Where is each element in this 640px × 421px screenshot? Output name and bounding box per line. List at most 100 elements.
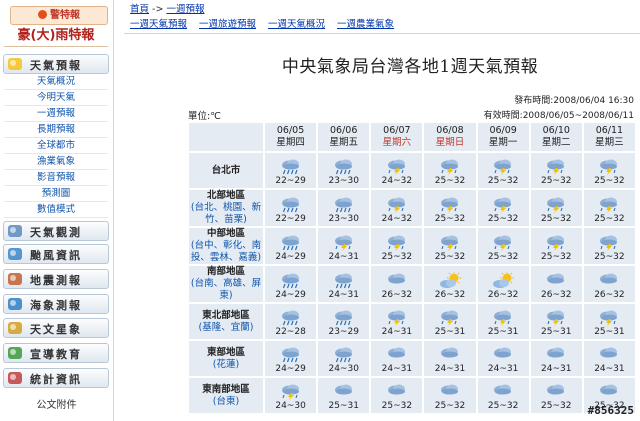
forecast-cell[interactable]: 24~31 (424, 341, 476, 376)
breadcrumb-current[interactable]: 一週預報 (166, 4, 204, 15)
forecast-cell[interactable]: 23~30 (318, 153, 370, 188)
forecast-cell[interactable]: 25~32 (477, 153, 529, 188)
temperature-range: 25~31 (434, 327, 466, 337)
forecast-cell[interactable]: 24~29 (265, 341, 317, 376)
alert-badge[interactable]: 警特報 (10, 6, 108, 25)
region-cell[interactable]: 台北市 (189, 153, 263, 188)
forecast-cell[interactable]: 24~31 (371, 341, 423, 376)
forecast-cell[interactable]: 25~32 (477, 190, 529, 226)
sidebar-section-4[interactable]: 海象測報 (3, 294, 109, 314)
attachment-link[interactable]: 公文附件 (0, 396, 113, 411)
thunder-icon (547, 197, 565, 213)
forecast-cell[interactable]: 22~29 (265, 190, 317, 226)
forecast-cell[interactable]: 25~32 (477, 378, 529, 413)
region-cell[interactable]: 北部地區 (台北、桃園、新竹、苗栗) (189, 190, 263, 226)
sidebar-section-1[interactable]: 天氣觀測 (3, 221, 109, 241)
forecast-cell[interactable]: 24~29 (265, 266, 317, 302)
forecast-cell[interactable]: 26~32 (530, 266, 582, 302)
forecast-cell[interactable]: 24~31 (583, 341, 635, 376)
sun-cloud-icon (493, 271, 515, 288)
forecast-cell[interactable]: 26~32 (424, 266, 476, 302)
sidebar-section-6[interactable]: 宣導教育 (3, 343, 109, 363)
forecast-cell[interactable]: 23~29 (318, 304, 370, 339)
forecast-cell[interactable]: 25~32 (424, 153, 476, 188)
temperature-range: 25~31 (541, 327, 572, 337)
temperature-range: 26~32 (381, 289, 413, 300)
sidebar-section-7[interactable]: 統計資訊 (3, 368, 109, 388)
sidebar-section-label: 地震測報 (30, 274, 82, 287)
region-cell[interactable]: 南部地區 (台南、高雄、屏東) (189, 266, 263, 302)
forecast-cell[interactable]: 25~32 (530, 228, 582, 264)
forecast-cell[interactable]: 25~32 (583, 228, 635, 264)
forecast-cell[interactable]: 25~32 (371, 228, 423, 264)
forecast-cell[interactable]: 25~31 (583, 304, 635, 339)
forecast-cell[interactable]: 25~32 (583, 190, 635, 226)
forecast-cell[interactable]: 25~31 (477, 304, 529, 339)
forecast-cell[interactable]: 25~31 (318, 378, 370, 413)
forecast-cell[interactable]: 26~32 (583, 266, 635, 302)
forecast-cell[interactable]: 24~31 (530, 341, 582, 376)
forecast-cell[interactable]: 25~32 (477, 228, 529, 264)
region-subareas: (台南、高雄、屏東) (190, 278, 262, 301)
forecast-cell[interactable]: 24~31 (477, 341, 529, 376)
nav-tab[interactable]: 一週旅遊預報 (199, 19, 256, 30)
sidebar-section-0[interactable]: 天氣預報 (3, 54, 109, 74)
temperature-range: 25~32 (541, 401, 572, 411)
sidebar-subitem[interactable]: 影音預報 (4, 170, 108, 186)
sidebar-subitem[interactable]: 長期預報 (4, 122, 108, 138)
forecast-cell[interactable]: 25~32 (583, 153, 635, 188)
temperature-range: 24~31 (328, 289, 359, 300)
sidebar-section-3[interactable]: 地震測報 (3, 269, 109, 289)
forecast-cell[interactable]: 24~31 (371, 304, 423, 339)
nav-tab[interactable]: 一週天氣概況 (268, 19, 325, 30)
forecast-cell[interactable]: 25~31 (530, 304, 582, 339)
alert-title[interactable]: 豪(大)雨特報 (4, 26, 108, 47)
rain-icon (281, 347, 299, 363)
sidebar-subitem[interactable]: 今明天氣 (4, 90, 108, 106)
temperature-range: 24~31 (328, 251, 359, 262)
region-cell[interactable]: 東北部地區 (基隆、宜蘭) (189, 304, 263, 339)
temperature-range: 25~32 (434, 213, 466, 224)
nav-tab[interactable]: 一週天氣預報 (130, 19, 187, 30)
forecast-cell[interactable]: 22~29 (265, 153, 317, 188)
forecast-cell[interactable]: 25~32 (424, 378, 476, 413)
forecast-cell[interactable]: 25~31 (424, 304, 476, 339)
temperature-range: 24~29 (275, 364, 306, 374)
sidebar-section-label: 天文星象 (30, 323, 82, 336)
forecast-cell[interactable]: 24~31 (318, 266, 370, 302)
forecast-cell[interactable]: 22~28 (265, 304, 317, 339)
forecast-cell[interactable]: 25~32 (530, 190, 582, 226)
sidebar-subitem[interactable]: 預測圖 (4, 186, 108, 202)
issued-time: 發布時間:2008/06/04 16:30 (514, 96, 634, 106)
sidebar-subitem[interactable]: 一週預報 (4, 106, 108, 122)
region-name: 東南部地區 (202, 383, 250, 395)
sidebar-section-5[interactable]: 天文星象 (3, 318, 109, 338)
region-cell[interactable]: 中部地區 (台中、彰化、南投、雲林、嘉義) (189, 228, 263, 264)
region-cell[interactable]: 東南部地區 (台東) (189, 378, 263, 413)
forecast-cell[interactable]: 24~32 (371, 190, 423, 226)
region-name: 東北部地區 (202, 309, 250, 321)
sidebar-subitem[interactable]: 漁業氣象 (4, 154, 108, 170)
sidebar-section-2[interactable]: 颱風資訊 (3, 244, 109, 264)
forecast-cell[interactable]: 25~32 (530, 378, 582, 413)
region-cell[interactable]: 東部地區 (花蓮) (189, 341, 263, 376)
forecast-cell[interactable]: 25~32 (371, 378, 423, 413)
forecast-cell[interactable]: 24~30 (318, 341, 370, 376)
forecast-cell[interactable]: 23~30 (318, 190, 370, 226)
sidebar-subitem[interactable]: 天氣概況 (4, 74, 108, 90)
sidebar-subitem[interactable]: 全球都市 (4, 138, 108, 154)
forecast-cell[interactable]: 25~32 (530, 153, 582, 188)
forecast-cell[interactable]: 24~30 (265, 378, 317, 413)
forecast-cell[interactable]: 25~32 (424, 228, 476, 264)
thunder-icon (387, 159, 405, 175)
forecast-cell[interactable]: 26~32 (371, 266, 423, 302)
forecast-cell[interactable]: 24~32 (371, 153, 423, 188)
forecast-cell[interactable]: 24~29 (265, 228, 317, 264)
nav-tab[interactable]: 一週農業氣象 (337, 19, 394, 30)
sidebar-subitem[interactable]: 數值模式 (4, 202, 108, 218)
forecast-cell[interactable]: 24~31 (318, 228, 370, 264)
forecast-cell[interactable]: 25~32 (424, 190, 476, 226)
day-header: 06/05 星期四 (265, 123, 317, 151)
breadcrumb-home[interactable]: 首頁 (130, 4, 149, 15)
forecast-cell[interactable]: 26~32 (477, 266, 529, 302)
